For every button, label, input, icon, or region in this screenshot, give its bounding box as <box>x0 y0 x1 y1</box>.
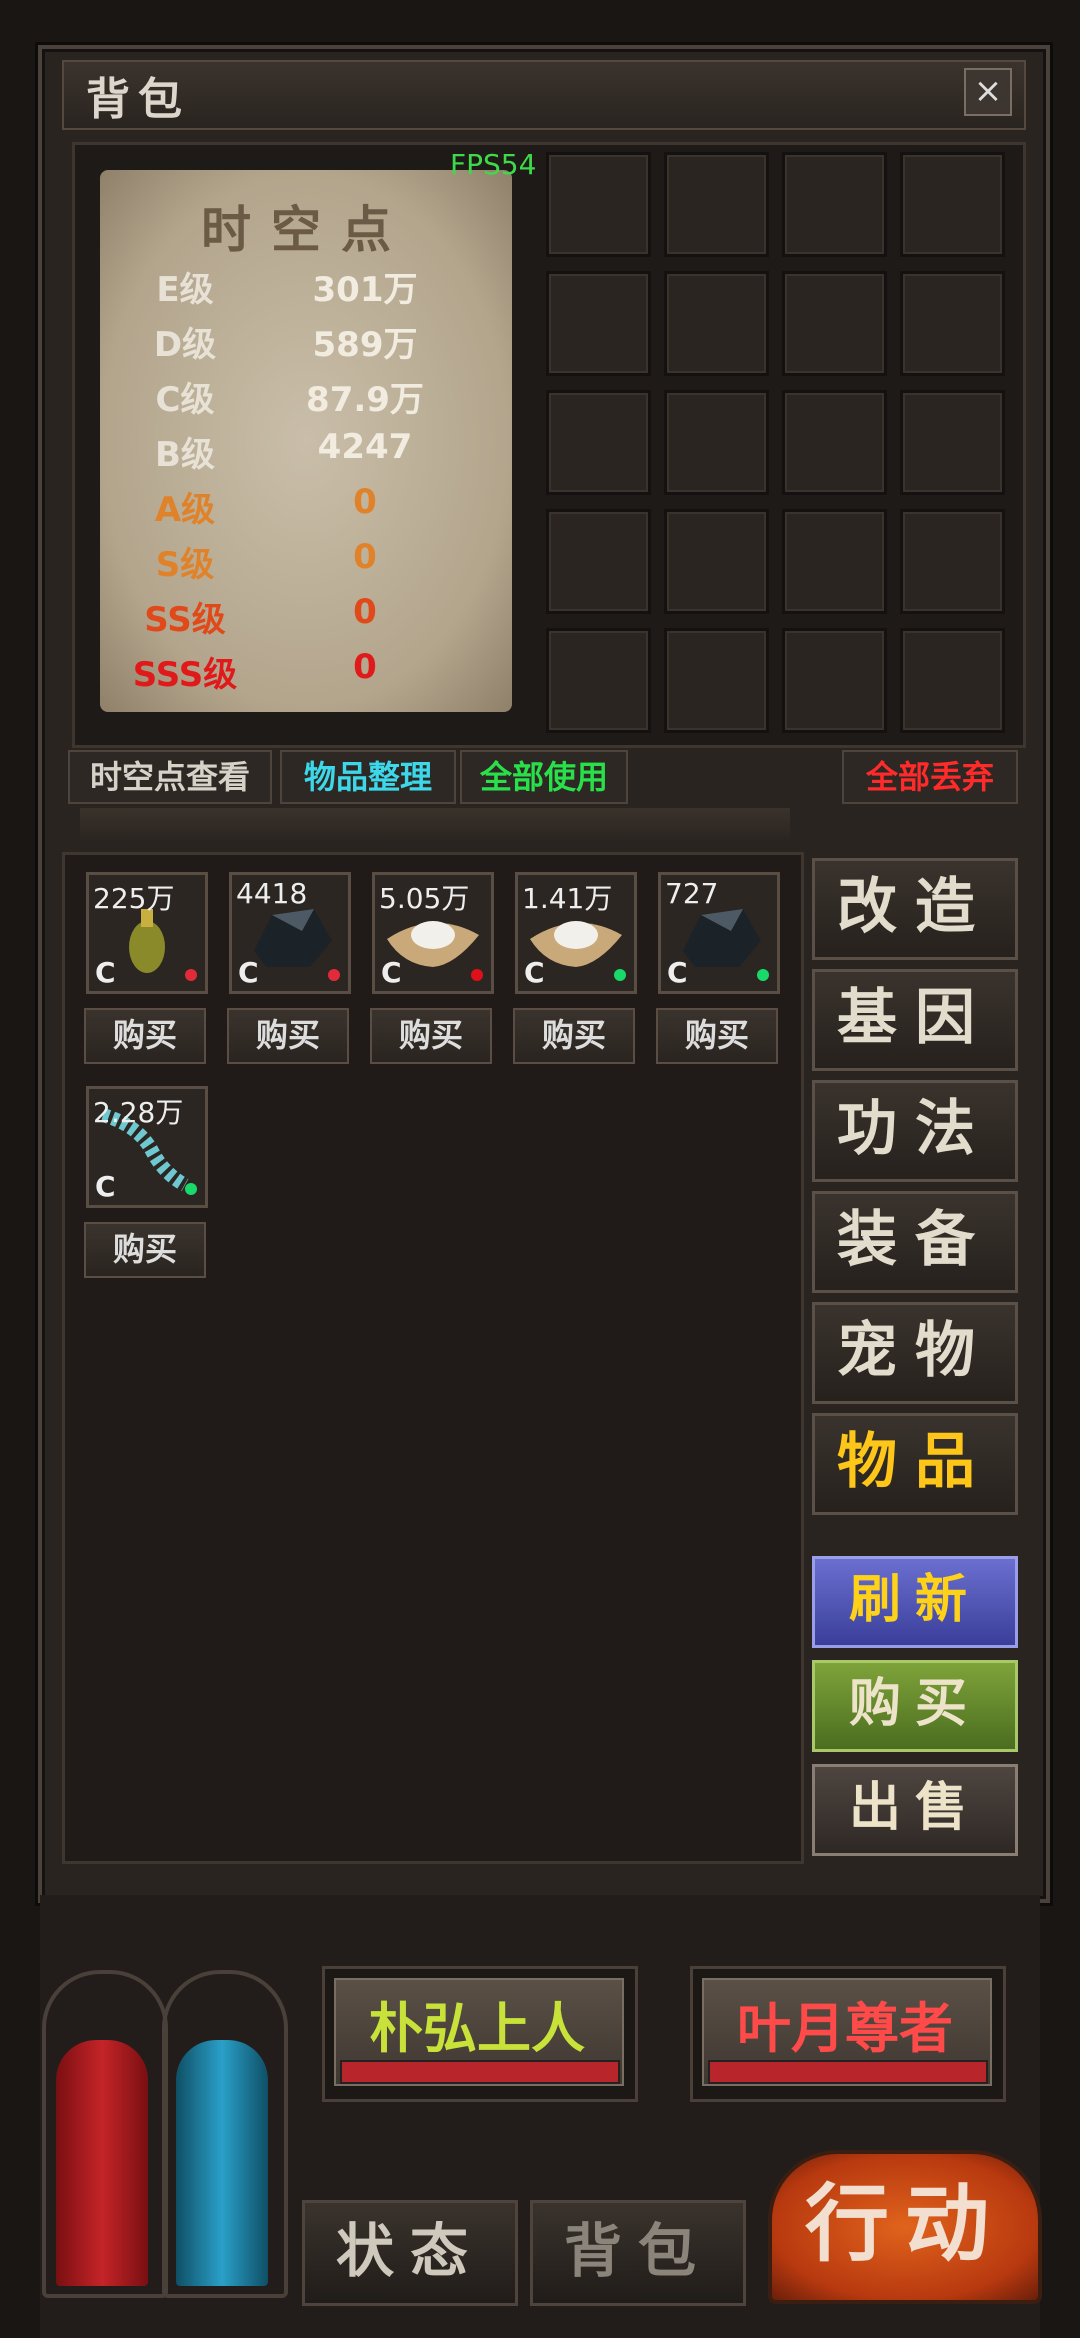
bag-slot[interactable] <box>546 628 651 733</box>
bag-slot[interactable] <box>664 390 769 495</box>
bag-slot[interactable] <box>782 152 887 257</box>
category-tab[interactable]: 功法 <box>812 1080 1018 1182</box>
grade-label: SS级 <box>144 600 226 640</box>
grade-label: E级 <box>156 270 214 310</box>
grade-value: 0 <box>353 592 377 632</box>
window-title: 背包 <box>86 74 190 125</box>
bag-slot[interactable] <box>546 271 651 376</box>
item-quantity: 5.05万 <box>379 882 470 915</box>
rarity-dot-icon <box>328 969 340 981</box>
party-member-2-name: 叶月尊者 <box>737 1997 953 2060</box>
category-tab[interactable]: 物品 <box>812 1413 1018 1515</box>
category-tab[interactable]: 宠物 <box>812 1302 1018 1404</box>
bag-slot[interactable] <box>900 271 1005 376</box>
spacetime-title: 时空点 <box>201 201 411 259</box>
grade-label: D级 <box>153 325 217 365</box>
sell-button[interactable]: 出售 <box>812 1764 1018 1856</box>
refresh-button[interactable]: 刷新 <box>812 1556 1018 1648</box>
bag-slot[interactable] <box>664 152 769 257</box>
title-bar <box>62 60 1026 130</box>
category-tab[interactable]: 基因 <box>812 969 1018 1071</box>
bag-slot[interactable] <box>546 152 651 257</box>
item-quantity: 4418 <box>236 877 308 910</box>
category-tab[interactable]: 改造 <box>812 858 1018 960</box>
market-item-slot[interactable]: 1.41万 C <box>515 872 637 994</box>
category-tab[interactable]: 装备 <box>812 1191 1018 1293</box>
bag-slot[interactable] <box>664 628 769 733</box>
item-quantity: 727 <box>665 877 719 910</box>
bag-grid <box>546 152 1005 733</box>
item-buy-button[interactable]: 购买 <box>84 1222 206 1278</box>
grade-value: 0 <box>353 537 377 577</box>
discard-all-button[interactable]: 全部丢弃 <box>842 750 1018 804</box>
grade-value: 589万 <box>312 325 418 365</box>
tab-status[interactable]: 状态 <box>302 2200 518 2306</box>
item-buy-button[interactable]: 购买 <box>370 1008 492 1064</box>
grade-label: A级 <box>154 490 216 530</box>
action-button[interactable]: 行动 <box>768 2150 1042 2304</box>
use-all-button[interactable]: 全部使用 <box>460 750 628 804</box>
item-quantity: 1.41万 <box>522 882 613 915</box>
bag-slot[interactable] <box>900 628 1005 733</box>
market-panel <box>62 852 804 1864</box>
item-quantity: 225万 <box>93 882 175 915</box>
buy-button[interactable]: 购买 <box>812 1660 1018 1752</box>
grade-value: 4247 <box>317 427 413 467</box>
grade-value: 0 <box>353 647 377 687</box>
party-member-1-hp-bar <box>340 2060 620 2084</box>
market-item-slot[interactable]: 727 C <box>658 872 780 994</box>
item-grade: C <box>524 956 545 989</box>
party-member-1-name: 朴弘上人 <box>369 1997 585 2060</box>
rarity-dot-icon <box>614 969 626 981</box>
grade-value: 87.9万 <box>306 380 424 420</box>
market-item-slot[interactable]: 5.05万 C <box>372 872 494 994</box>
market-item-slot[interactable]: 4418 C <box>229 872 351 994</box>
hp-vial-icon <box>56 2040 148 2286</box>
rarity-dot-icon <box>471 969 483 981</box>
bag-slot[interactable] <box>782 509 887 614</box>
fps-counter: FPS54 <box>450 148 537 181</box>
bag-slot[interactable] <box>782 628 887 733</box>
mp-vial-icon <box>176 2040 268 2286</box>
grade-label: B级 <box>155 435 215 475</box>
bag-slot[interactable] <box>664 509 769 614</box>
bag-slot[interactable] <box>900 152 1005 257</box>
item-buy-button[interactable]: 购买 <box>656 1008 778 1064</box>
grade-label: SSS级 <box>132 655 238 695</box>
item-buy-button[interactable]: 购买 <box>513 1008 635 1064</box>
item-grade: C <box>667 956 688 989</box>
tab-bag[interactable]: 背包 <box>530 2200 746 2306</box>
bag-slot[interactable] <box>546 509 651 614</box>
item-grade: C <box>95 956 116 989</box>
item-buy-button[interactable]: 购买 <box>84 1008 206 1064</box>
sort-items-button[interactable]: 物品整理 <box>280 750 456 804</box>
item-grade: C <box>381 956 402 989</box>
bag-slot[interactable] <box>782 390 887 495</box>
grade-value: 0 <box>353 482 377 522</box>
rarity-dot-icon <box>757 969 769 981</box>
grade-label: S级 <box>155 545 215 585</box>
market-item-slot[interactable]: 2.28万 C <box>86 1086 208 1208</box>
bag-slot[interactable] <box>900 509 1005 614</box>
bag-slot[interactable] <box>664 271 769 376</box>
bag-slot[interactable] <box>900 390 1005 495</box>
market-header-decoration <box>80 808 790 842</box>
item-buy-button[interactable]: 购买 <box>227 1008 349 1064</box>
bag-slot[interactable] <box>782 271 887 376</box>
grade-value: 301万 <box>312 270 418 310</box>
bag-slot[interactable] <box>546 390 651 495</box>
party-member-2-hp-bar <box>708 2060 988 2084</box>
view-spacetime-button[interactable]: 时空点查看 <box>68 750 272 804</box>
item-grade: C <box>95 1170 116 1203</box>
grade-label: C级 <box>155 380 215 420</box>
rarity-dot-icon <box>185 969 197 981</box>
rarity-dot-icon <box>185 1183 197 1195</box>
item-quantity: 2.28万 <box>93 1096 184 1129</box>
market-item-slot[interactable]: 225万 C <box>86 872 208 994</box>
item-grade: C <box>238 956 259 989</box>
close-button[interactable]: × <box>964 68 1012 116</box>
